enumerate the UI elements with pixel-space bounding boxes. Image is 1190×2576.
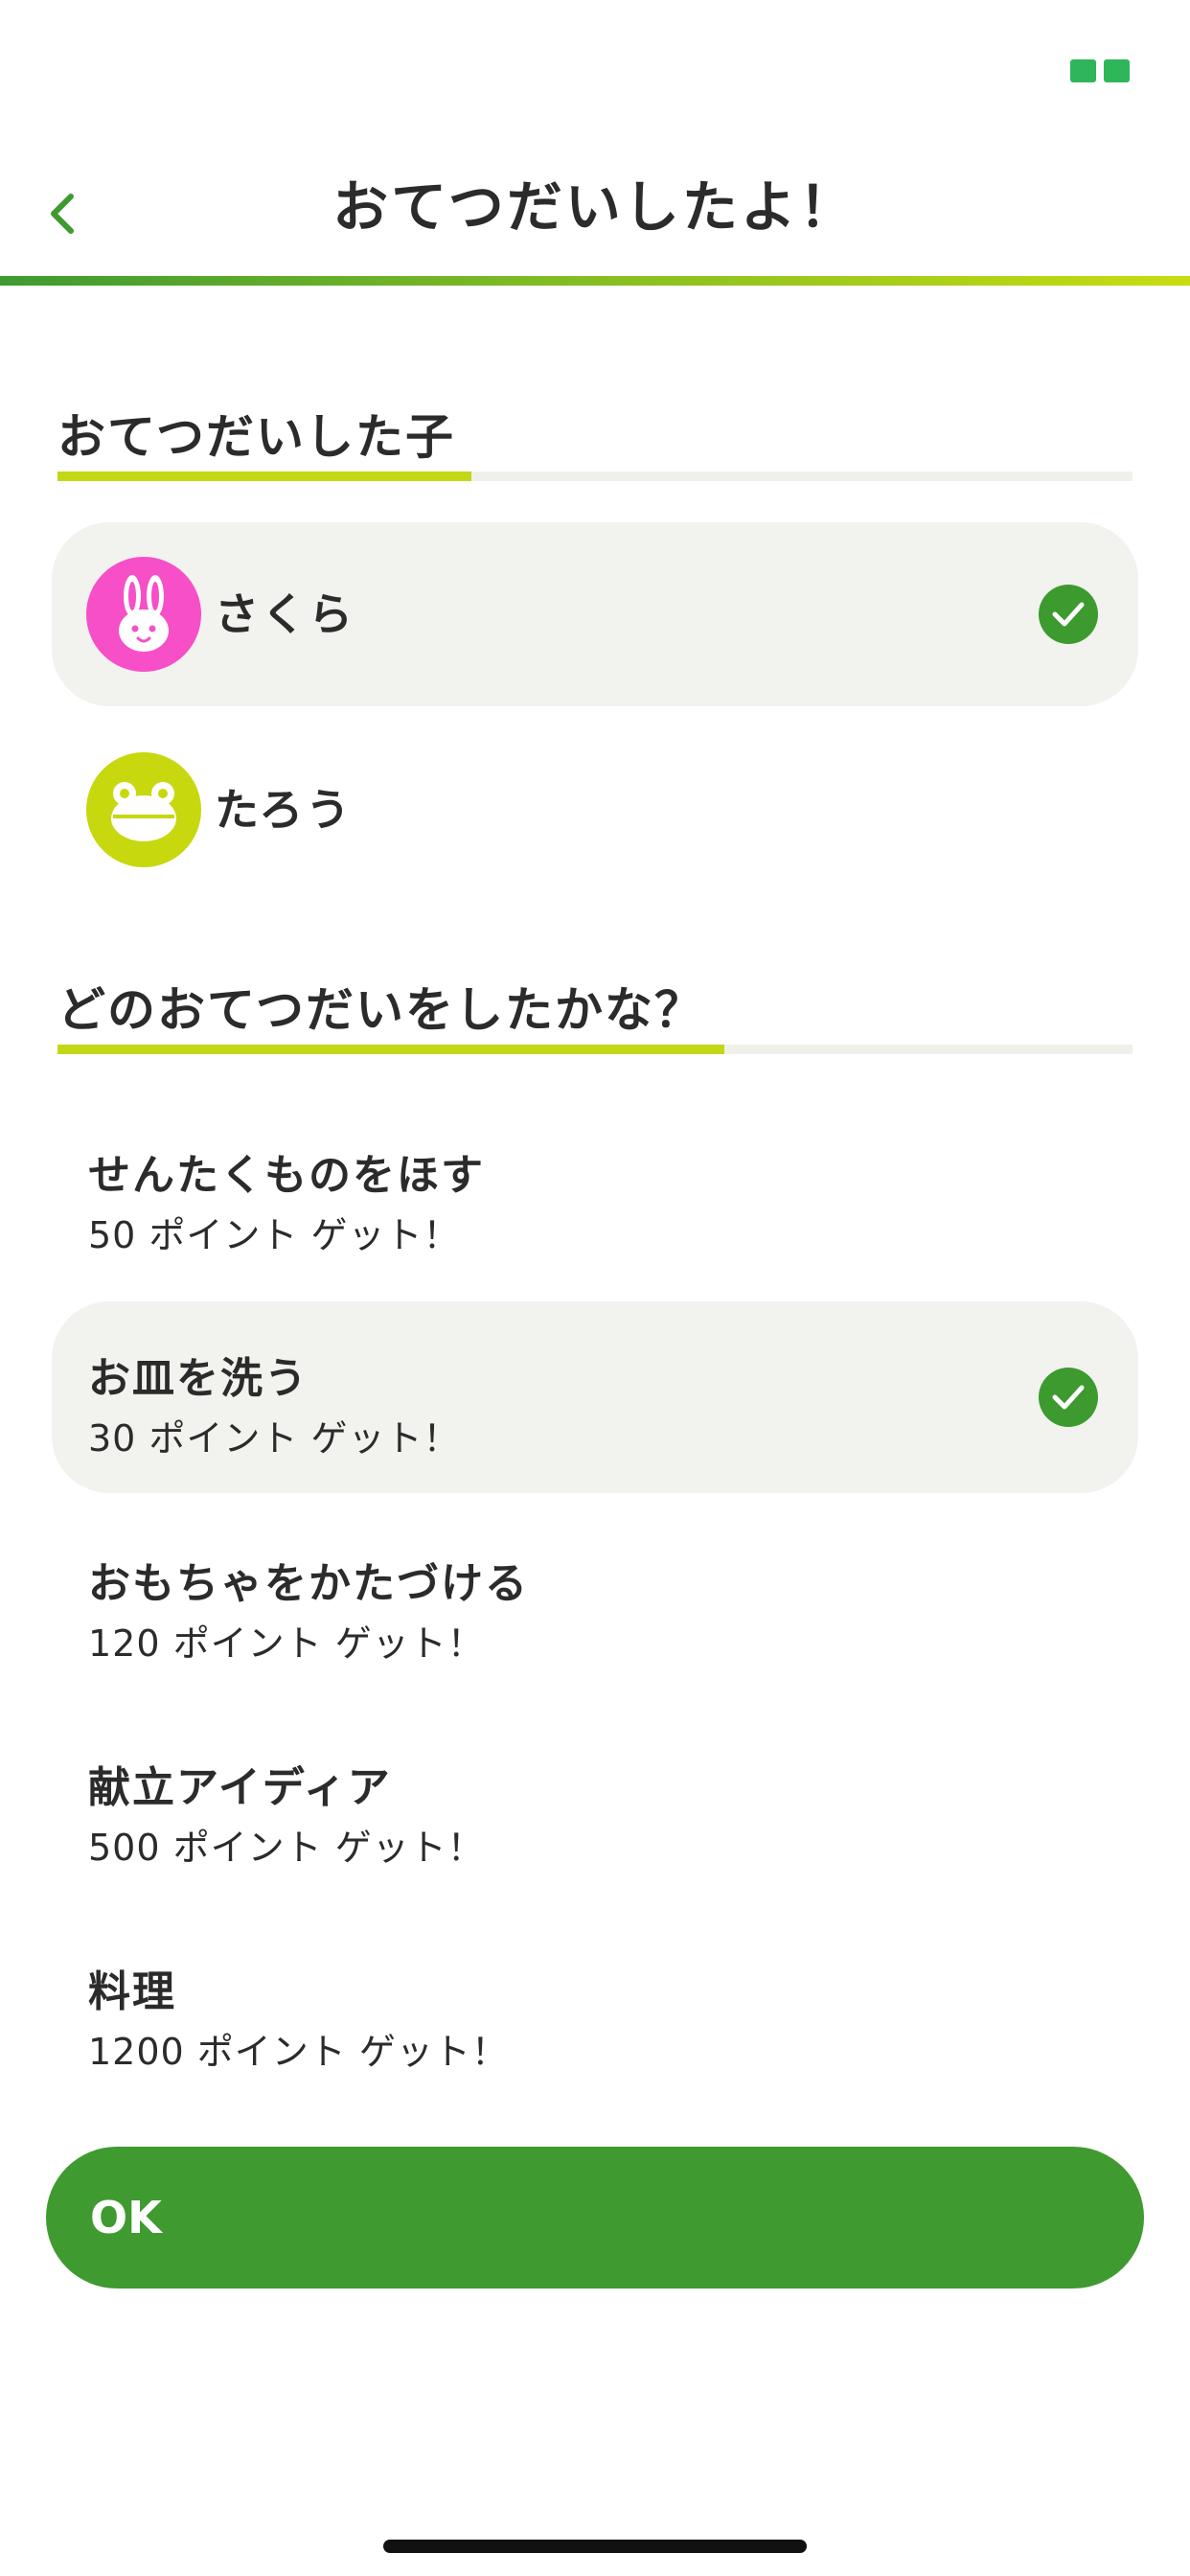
children-heading-underline: [57, 472, 1133, 481]
task-row[interactable]: せんたくものをほす 50 ポイント ゲット！: [52, 1098, 1138, 1290]
check-icon: [1039, 585, 1098, 644]
task-name: せんたくものをほす: [88, 1151, 485, 1200]
task-name: おもちゃをかたづける: [88, 1559, 529, 1608]
tasks-heading-text: どのおてつだいをしたかな？: [57, 982, 704, 1038]
child-row-taro[interactable]: たろう: [52, 718, 1138, 902]
header: おてつだいしたよ！: [0, 153, 1190, 278]
screen-record-indicator-icon: [1070, 59, 1130, 82]
task-row[interactable]: 料理 1200 ポイント ゲット！: [52, 1915, 1138, 2106]
home-indicator: [383, 2540, 807, 2553]
tasks-heading-underline: [57, 1045, 1133, 1054]
task-name: お皿を洗う: [88, 1354, 309, 1403]
frog-icon: [111, 782, 176, 841]
help-record-screen: おてつだいしたよ！ おてつだいした子 さくら たろう どのおてつだいをしたかな？…: [0, 0, 1190, 2576]
ok-button[interactable]: OK: [46, 2147, 1144, 2288]
header-gradient-rule: [0, 276, 1190, 286]
task-name: 献立アイディア: [88, 1763, 392, 1812]
task-row[interactable]: おもちゃをかたづける 120 ポイント ゲット！: [52, 1506, 1138, 1698]
avatar: [86, 752, 201, 867]
task-name: 料理: [88, 1967, 176, 2016]
tasks-section-heading: どのおてつだいをしたかな？: [57, 972, 1133, 1054]
task-row[interactable]: 献立アイディア 500 ポイント ゲット！: [52, 1711, 1138, 1902]
task-points: 500 ポイント ゲット！: [88, 1827, 485, 1869]
task-points: 120 ポイント ゲット！: [88, 1622, 485, 1665]
children-section-heading: おてつだいした子: [57, 399, 1133, 481]
task-points: 30 ポイント ゲット！: [88, 1417, 461, 1460]
status-bar: [0, 0, 1190, 134]
back-button[interactable]: [29, 180, 96, 247]
rabbit-icon: [119, 575, 169, 652]
page-title: おてつだいしたよ！: [332, 174, 858, 240]
children-heading-text: おてつだいした子: [57, 409, 455, 465]
child-name: さくら: [215, 588, 355, 640]
task-points: 1200 ポイント ゲット！: [88, 2031, 509, 2073]
task-points: 50 ポイント ゲット！: [88, 1214, 461, 1256]
avatar: [86, 557, 201, 672]
check-icon: [1039, 1368, 1098, 1427]
child-name: たろう: [215, 784, 354, 836]
child-row-sakura[interactable]: さくら: [52, 522, 1138, 706]
chevron-left-icon: [51, 194, 74, 234]
task-row[interactable]: お皿を洗う 30 ポイント ゲット！: [52, 1301, 1138, 1493]
